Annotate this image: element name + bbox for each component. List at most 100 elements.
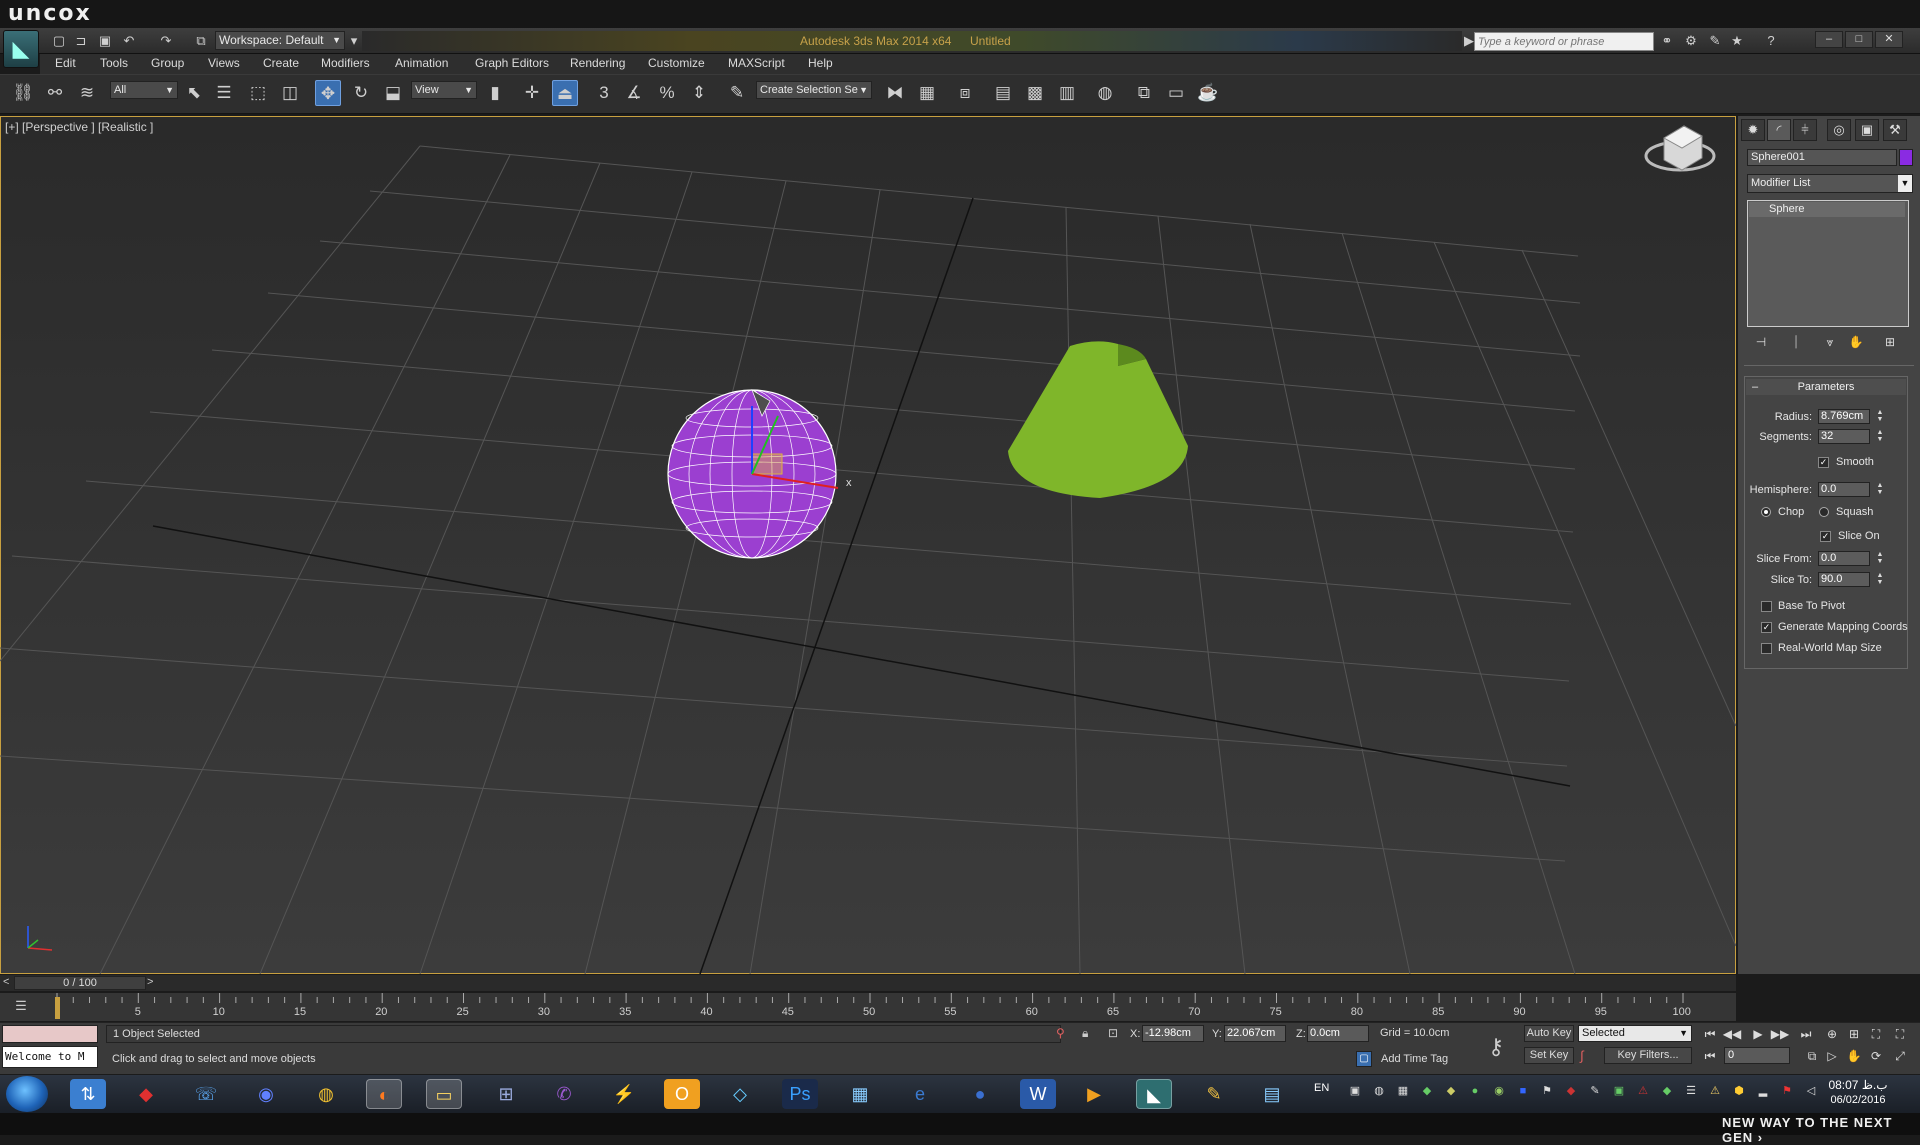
select-by-name-icon[interactable]: ☰ <box>211 80 237 106</box>
volume-icon[interactable]: ◁ <box>1804 1084 1818 1098</box>
viber-app-icon[interactable]: ✆ <box>546 1079 582 1109</box>
workspace-dropdown[interactable]: Workspace: Default ▼ <box>215 31 345 50</box>
orbit-icon[interactable]: ⟳ <box>1866 1047 1886 1065</box>
tray-app-icon-7[interactable]: ◉ <box>1492 1084 1506 1098</box>
tray-app-icon-8[interactable]: ■ <box>1516 1084 1530 1098</box>
set-key-button[interactable]: Set Key <box>1524 1047 1574 1064</box>
menu-rendering[interactable]: Rendering <box>570 56 625 70</box>
radius-spinner-field[interactable]: 8.769cm <box>1818 409 1870 424</box>
menu-customize[interactable]: Customize <box>648 56 705 70</box>
slice-to-spinner-field[interactable]: 90.0 <box>1818 572 1870 587</box>
zoom-icon[interactable]: ⊕ <box>1822 1025 1842 1043</box>
key-filters-button[interactable]: Key Filters... <box>1604 1047 1692 1064</box>
zoom-extents-icon[interactable]: ⛶ <box>1866 1025 1886 1043</box>
go-to-start-icon[interactable]: ⏮ <box>1700 1025 1720 1043</box>
pin-stack-icon[interactable]: ⊣ <box>1751 335 1771 353</box>
browser-app-icon[interactable]: e <box>902 1079 938 1109</box>
menu-graph-editors[interactable]: Graph Editors <box>475 56 549 70</box>
key-mode-toggle-icon[interactable]: ⏮ <box>1700 1047 1720 1065</box>
object-name-field[interactable]: Sphere001 <box>1747 149 1897 166</box>
time-slider-prev-icon[interactable]: < <box>3 976 9 988</box>
maximize-button[interactable]: □ <box>1845 31 1873 48</box>
maximize-viewport-icon[interactable]: ⤢ <box>1890 1047 1910 1065</box>
spinner-snap-icon[interactable]: ⇕ <box>686 80 712 106</box>
pivot-center-icon[interactable]: ▮ <box>482 80 508 106</box>
photoshop-app-icon[interactable]: Ps <box>782 1079 818 1109</box>
render-production-icon[interactable]: ☕ <box>1195 80 1221 106</box>
help-icon[interactable]: ? <box>1762 32 1780 50</box>
new-file-icon[interactable]: ▢ <box>50 32 68 50</box>
time-slider-next-icon[interactable]: > <box>147 976 153 988</box>
field-of-view-icon[interactable]: ▷ <box>1822 1047 1842 1065</box>
network-tray-icon[interactable]: ▂ <box>1756 1084 1770 1098</box>
tray-app-icon-10[interactable]: ◆ <box>1564 1084 1578 1098</box>
viewcube[interactable] <box>1644 125 1716 172</box>
tray-app-icon-2[interactable]: ◍ <box>1372 1084 1386 1098</box>
configure-sets-icon[interactable]: ⊞ <box>1880 335 1900 353</box>
create-tab-icon[interactable]: ✹ <box>1741 119 1765 141</box>
maxscript-listener-input[interactable] <box>2 1025 98 1043</box>
tray-app-icon-13[interactable]: ⚠ <box>1636 1084 1650 1098</box>
search-input[interactable] <box>1474 32 1654 51</box>
curve-editor-icon[interactable]: ▩ <box>1022 80 1048 106</box>
unlink-icon[interactable]: ⚯ <box>42 80 68 106</box>
segments-spinner-field[interactable]: 32 <box>1818 429 1870 444</box>
generate-mapping-coords-checkbox[interactable]: ✓ <box>1761 622 1772 633</box>
action-center-flag-icon[interactable]: ⚑ <box>1780 1084 1794 1098</box>
hierarchy-tab-icon[interactable]: ⫩ <box>1793 119 1817 141</box>
z-coord-field[interactable]: 0.0cm <box>1307 1025 1369 1042</box>
render-setup-icon[interactable]: ⧉ <box>1131 80 1157 106</box>
file-explorer-app-icon[interactable]: ▭ <box>426 1079 462 1109</box>
key-icon[interactable]: ⚷ <box>1488 1034 1504 1060</box>
segments-spinner-arrows[interactable]: ▲ ▼ <box>1876 429 1884 444</box>
globe-app-icon[interactable]: ● <box>962 1079 998 1109</box>
selection-filter-dropdown[interactable]: All ▼ <box>110 81 178 99</box>
favorites-star-icon[interactable]: ★ <box>1728 32 1746 50</box>
rotate-icon[interactable]: ↻ <box>348 80 374 106</box>
cone-object[interactable] <box>1008 341 1188 498</box>
schematic-view-icon[interactable]: ▥ <box>1054 80 1080 106</box>
keyboard-shortcut-override-icon[interactable]: ⏏ <box>552 80 578 106</box>
tray-app-icon-14[interactable]: ◆ <box>1660 1084 1674 1098</box>
start-button[interactable] <box>6 1076 48 1112</box>
move-icon[interactable]: ✥ <box>315 80 341 106</box>
snaps-toggle-icon[interactable]: 3 <box>591 80 617 106</box>
motion-tab-icon[interactable]: ◎ <box>1827 119 1851 141</box>
material-editor-icon[interactable]: ◍ <box>1092 80 1118 106</box>
remove-modifier-icon[interactable]: ✋ <box>1846 335 1866 353</box>
time-slider[interactable]: 0 / 100 <box>14 976 146 990</box>
minimize-button[interactable]: – <box>1815 31 1843 48</box>
tray-app-icon-11[interactable]: ✎ <box>1588 1084 1602 1098</box>
zoom-extents-all-icon[interactable]: ⛶ <box>1890 1025 1910 1043</box>
zoom-all-icon[interactable]: ⊞ <box>1844 1025 1864 1043</box>
word-app-icon[interactable]: W <box>1020 1079 1056 1109</box>
add-time-tag[interactable]: Add Time Tag <box>1381 1053 1448 1065</box>
default-in-out-tangents-icon[interactable]: ∫ <box>1580 1048 1584 1063</box>
mirror-icon[interactable]: ⧓ <box>882 80 908 106</box>
absolute-mode-icon[interactable]: ⊡ <box>1108 1026 1118 1040</box>
time-slider-track[interactable] <box>0 975 1736 991</box>
ftp-app-icon[interactable]: ⇅ <box>70 1079 106 1109</box>
menu-views[interactable]: Views <box>208 56 240 70</box>
selection-lock-icon[interactable]: 🔒︎ <box>1082 1026 1088 1041</box>
clock-date[interactable]: 06/02/2016 <box>1828 1094 1888 1106</box>
graphite-toolset-icon[interactable]: ▤ <box>990 80 1016 106</box>
select-object-icon[interactable]: ⬉ <box>181 80 207 106</box>
parameters-rollout-header[interactable]: – Parameters <box>1746 379 1906 395</box>
quick-access-chevron-icon[interactable]: ▾ <box>345 32 363 50</box>
radius-spinner-arrows[interactable]: ▲ ▼ <box>1876 409 1884 424</box>
paint-app-icon[interactable]: ✎ <box>1196 1079 1232 1109</box>
base-to-pivot-checkbox[interactable] <box>1761 601 1772 612</box>
rect-selection-region-icon[interactable]: ⬚ <box>245 80 271 106</box>
redo-icon[interactable]: ↷ <box>157 32 175 50</box>
next-frame-icon[interactable]: ▶▶ <box>1770 1025 1790 1043</box>
installer-app-icon[interactable]: ▤ <box>1254 1079 1290 1109</box>
previous-frame-icon[interactable]: ◀◀ <box>1722 1025 1742 1043</box>
scale-icon[interactable]: ⬓ <box>380 80 406 106</box>
red-app-icon[interactable]: ◆ <box>128 1079 164 1109</box>
go-to-end-icon[interactable]: ⏭ <box>1796 1025 1816 1043</box>
application-menu-button[interactable]: ◣ <box>3 30 39 68</box>
project-folder-icon[interactable]: ⧉ <box>192 32 210 50</box>
menu-maxscript[interactable]: MAXScript <box>728 56 785 70</box>
menu-edit[interactable]: Edit <box>55 56 76 70</box>
